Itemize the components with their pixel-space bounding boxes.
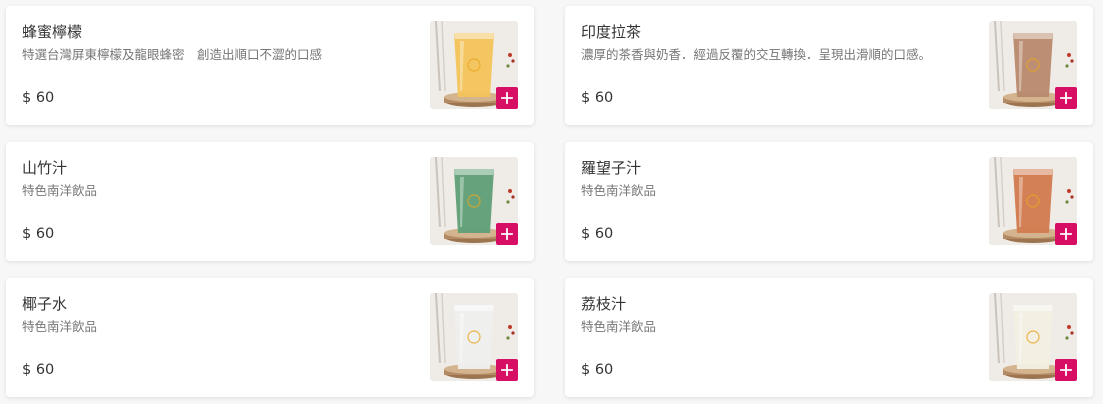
plus-icon bbox=[501, 228, 513, 240]
menu-grid: 蜂蜜檸檬 特選台灣屏東檸檬及龍眼蜂密 創造出順口不澀的口感 $ 60 印度拉茶 … bbox=[0, 0, 1103, 404]
item-description: 特色南洋飲品 bbox=[22, 183, 98, 198]
item-description: 濃厚的茶香與奶香．經過反覆的交互轉換．呈現出滑順的口感。 bbox=[581, 47, 932, 62]
plus-icon bbox=[501, 364, 513, 376]
add-to-cart-button[interactable] bbox=[1055, 359, 1077, 381]
item-name: 荔枝汁 bbox=[581, 295, 627, 313]
menu-item-card[interactable]: 羅望子汁 特色南洋飲品 $ 60 bbox=[565, 142, 1093, 261]
add-to-cart-button[interactable] bbox=[1055, 87, 1077, 109]
menu-item-card[interactable]: 山竹汁 特色南洋飲品 $ 60 bbox=[6, 142, 534, 261]
item-name: 羅望子汁 bbox=[581, 159, 642, 177]
item-price: $ 60 bbox=[22, 90, 55, 106]
item-description: 特色南洋飲品 bbox=[581, 319, 657, 334]
item-description: 特選台灣屏東檸檬及龍眼蜂密 創造出順口不澀的口感 bbox=[22, 47, 323, 62]
add-to-cart-button[interactable] bbox=[496, 359, 518, 381]
item-name: 印度拉茶 bbox=[581, 23, 642, 41]
plus-icon bbox=[1060, 228, 1072, 240]
menu-item-card[interactable]: 印度拉茶 濃厚的茶香與奶香．經過反覆的交互轉換．呈現出滑順的口感。 $ 60 bbox=[565, 6, 1093, 125]
item-name: 山竹汁 bbox=[22, 159, 68, 177]
item-name: 椰子水 bbox=[22, 295, 68, 313]
item-price: $ 60 bbox=[581, 90, 614, 106]
item-price: $ 60 bbox=[581, 226, 614, 242]
menu-item-card[interactable]: 蜂蜜檸檬 特選台灣屏東檸檬及龍眼蜂密 創造出順口不澀的口感 $ 60 bbox=[6, 6, 534, 125]
add-to-cart-button[interactable] bbox=[496, 223, 518, 245]
menu-item-card[interactable]: 荔枝汁 特色南洋飲品 $ 60 bbox=[565, 278, 1093, 397]
item-price: $ 60 bbox=[581, 362, 614, 378]
item-name: 蜂蜜檸檬 bbox=[22, 23, 83, 41]
add-to-cart-button[interactable] bbox=[496, 87, 518, 109]
item-price: $ 60 bbox=[22, 226, 55, 242]
plus-icon bbox=[1060, 92, 1072, 104]
item-price: $ 60 bbox=[22, 362, 55, 378]
item-description: 特色南洋飲品 bbox=[581, 183, 657, 198]
plus-icon bbox=[1060, 364, 1072, 376]
plus-icon bbox=[501, 92, 513, 104]
item-description: 特色南洋飲品 bbox=[22, 319, 98, 334]
add-to-cart-button[interactable] bbox=[1055, 223, 1077, 245]
menu-item-card[interactable]: 椰子水 特色南洋飲品 $ 60 bbox=[6, 278, 534, 397]
